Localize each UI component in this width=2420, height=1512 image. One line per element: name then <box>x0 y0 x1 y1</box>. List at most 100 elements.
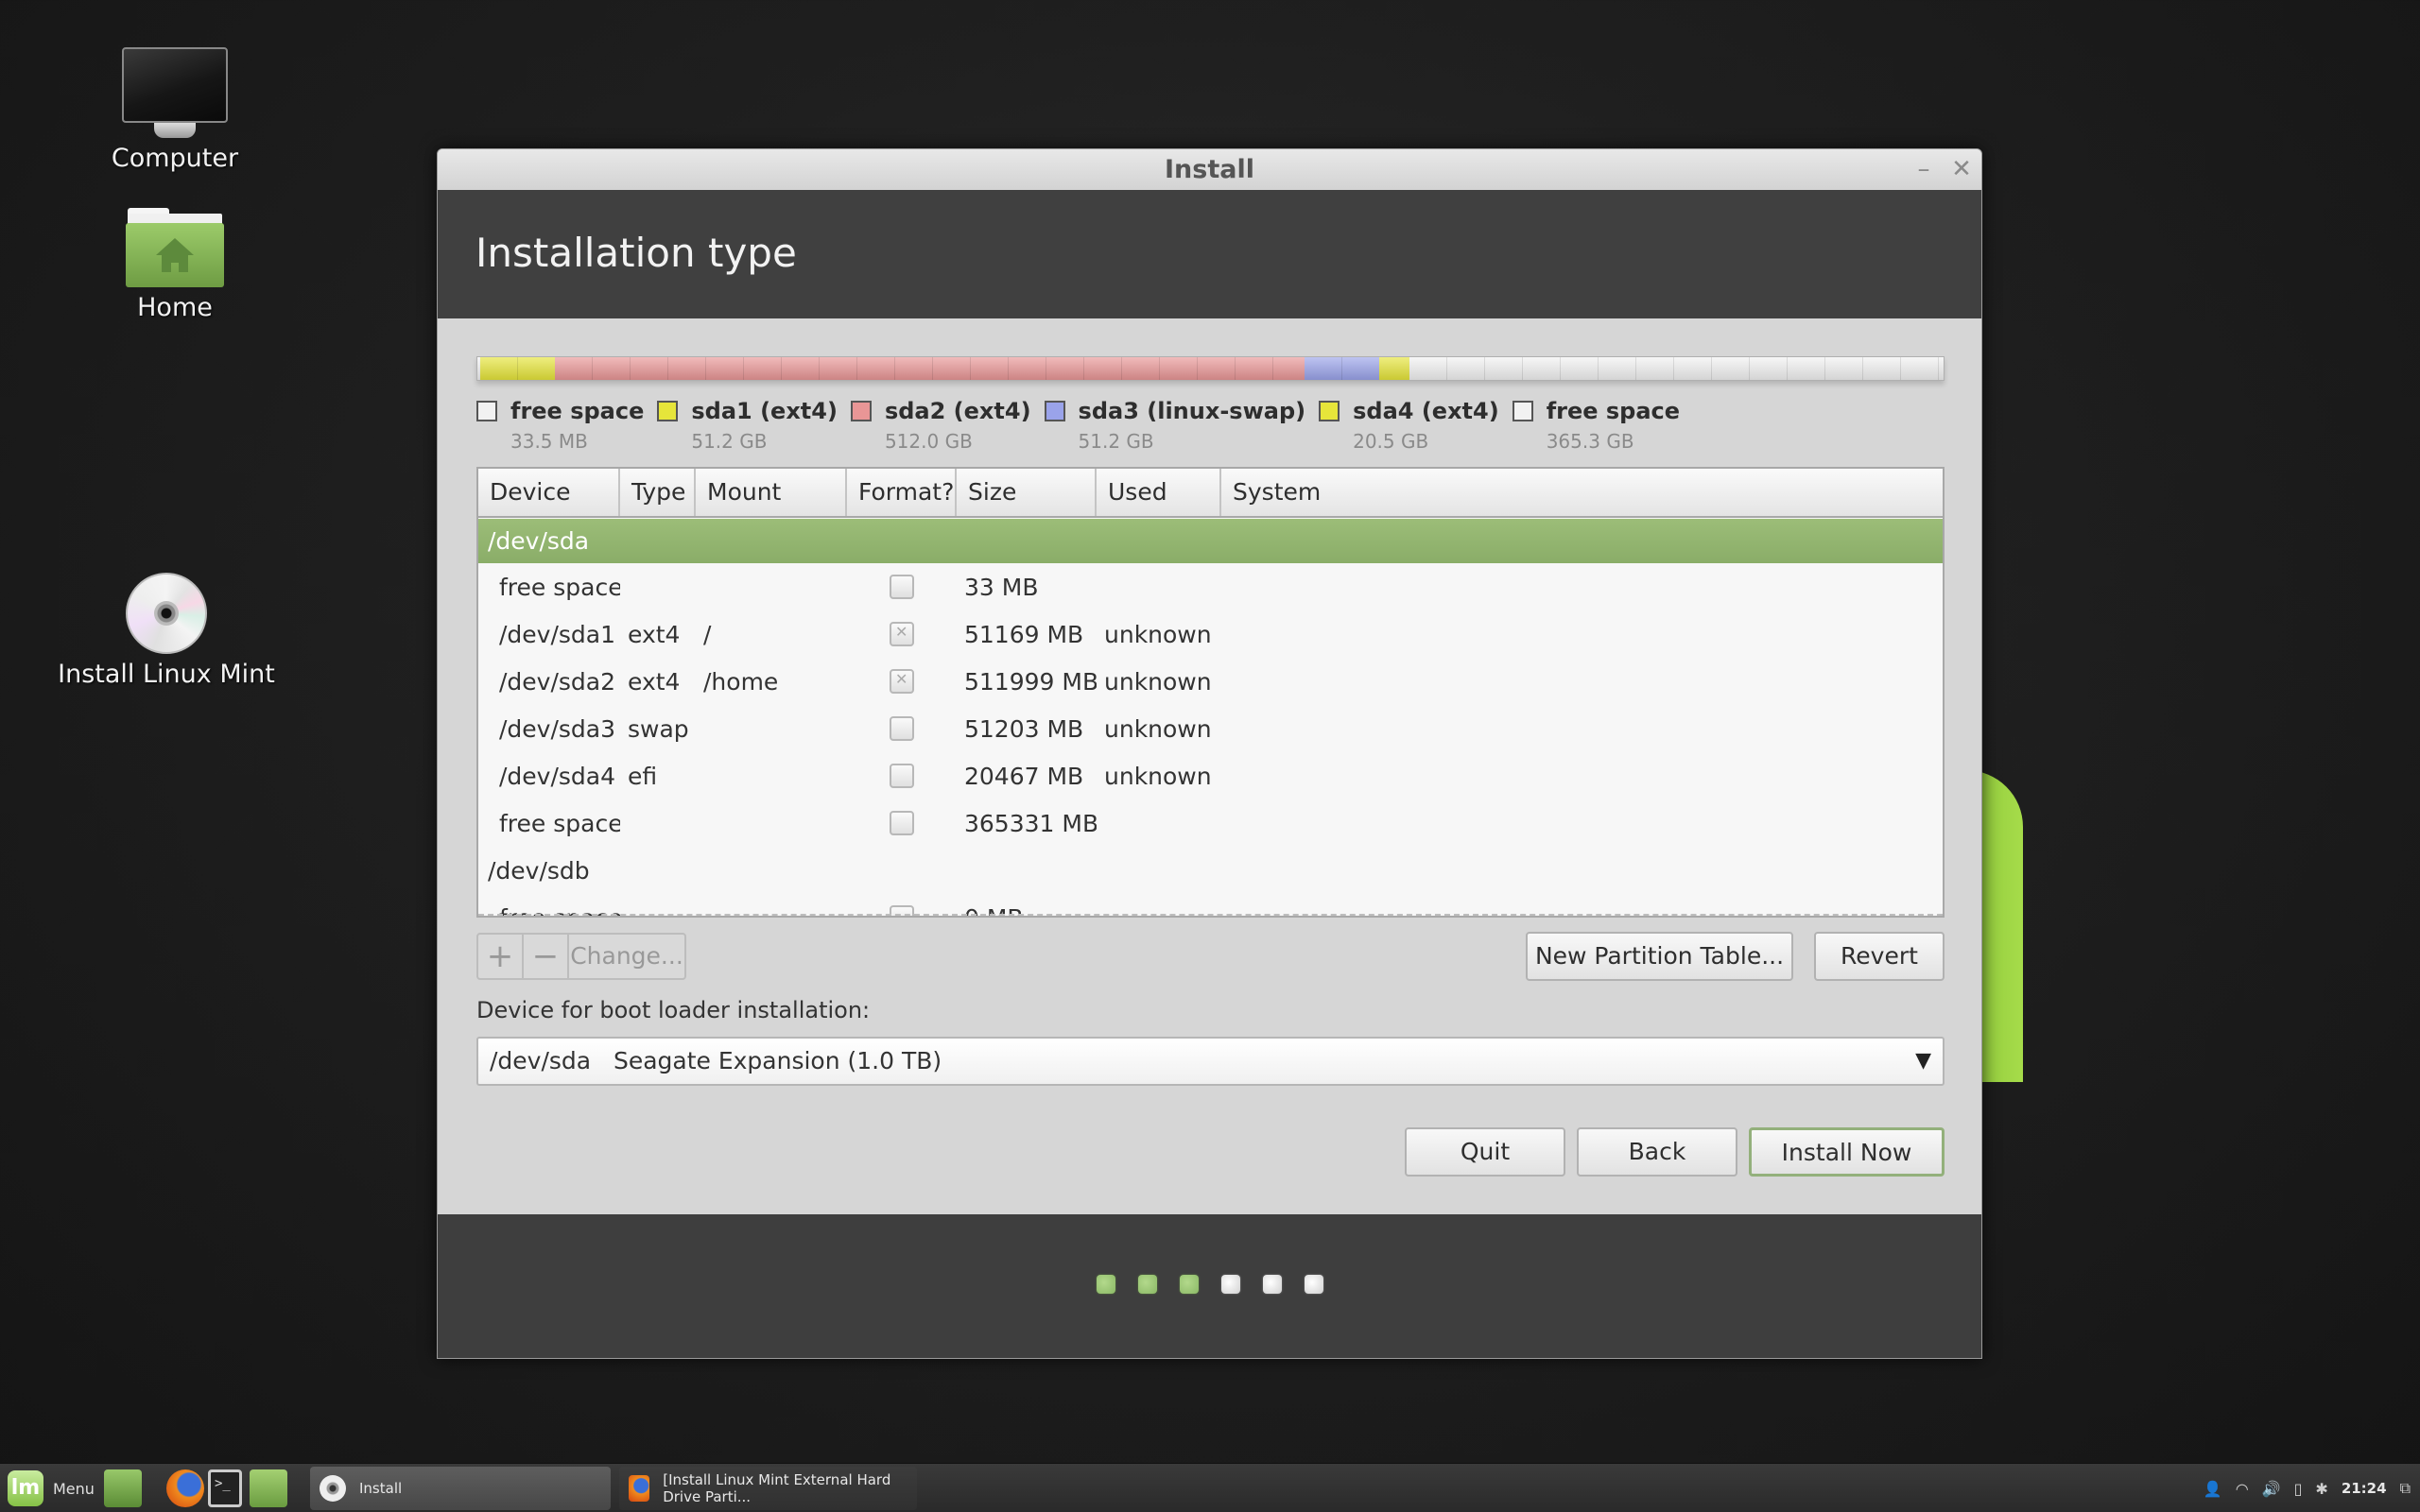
dropdown-arrow-icon: ▼ <box>1915 1049 1931 1073</box>
disk-device: /dev/sdb <box>488 856 590 885</box>
format-checkbox[interactable] <box>890 905 914 916</box>
legend-item: sda3 (linux-swap) 51.2 GB <box>1044 398 1305 453</box>
legend-item: free space 33.5 MB <box>476 398 644 453</box>
battery-icon[interactable]: ▯ <box>2294 1480 2303 1498</box>
partition-legend: free space 33.5 MB sda1 (ext4) 51.2 GB sda2 … <box>476 398 1693 453</box>
column-header-mount-point[interactable]: Mount point <box>696 469 847 553</box>
cell-type: efi <box>628 762 658 790</box>
format-checkbox[interactable] <box>890 575 914 599</box>
installer-footer <box>438 1214 1981 1358</box>
taskbar-window-browser[interactable]: [Install Linux Mint External Hard Drive … <box>619 1467 917 1510</box>
format-checkbox[interactable] <box>890 716 914 741</box>
format-checkbox[interactable] <box>890 764 914 788</box>
desktop-icon-install-linux-mint[interactable]: Install Linux Mint <box>53 573 280 689</box>
menu-button[interactable]: lm Menu <box>8 1464 95 1512</box>
legend-swatch <box>1319 401 1340 421</box>
column-header-type[interactable]: Type <box>620 469 696 516</box>
table-row[interactable]: /dev/sda2 ext4/home 511999 MBunknown <box>478 658 1943 705</box>
partition-segment <box>555 357 1305 380</box>
legend-name: free space <box>510 398 645 424</box>
progress-step-indicator <box>1179 1275 1199 1294</box>
page-title: Installation type <box>475 230 797 276</box>
table-row[interactable]: /dev/sda1 ext4 / 51169 MB unknown <box>478 610 1943 658</box>
legend-size: 51.2 GB <box>1078 430 1154 453</box>
cell-type: ext4 <box>628 620 681 648</box>
table-row[interactable]: free space 365331 MB <box>478 799 1943 847</box>
cell-size: 511999 MB <box>964 667 1097 696</box>
progress-steps <box>438 1275 1981 1294</box>
legend-item: sda2 (ext4) 512.0 GB <box>850 398 1031 453</box>
cell-size: 33 MB <box>964 573 1039 601</box>
bootloader-device-select[interactable]: /dev/sda Seagate Expansion (1.0 TB) ▼ <box>476 1037 1945 1086</box>
format-checkbox[interactable] <box>890 669 914 694</box>
close-button[interactable]: ✕ <box>1949 157 1974 181</box>
launcher-files[interactable] <box>250 1464 287 1512</box>
cell-device: /dev/sda3 <box>499 714 616 743</box>
format-checkbox[interactable] <box>890 811 914 835</box>
desktop-icon-computer[interactable]: Computer <box>61 47 288 173</box>
cell-format <box>847 905 957 916</box>
launcher-show-desktop[interactable] <box>104 1464 142 1512</box>
legend-name: free space <box>1546 398 1681 424</box>
table-row[interactable]: /dev/sda3 swap 51203 MB unknown <box>478 705 1943 752</box>
revert-button[interactable]: Revert <box>1814 932 1945 981</box>
partition-table: Device Type Mount point Format? Size Use… <box>476 467 1945 918</box>
cell-size: 51203 MB <box>964 714 1084 743</box>
desktop-icon-home[interactable]: Home <box>61 208 288 322</box>
legend-name: sda2 (ext4) <box>884 398 1031 424</box>
legend-name: sda4 (ext4) <box>1353 398 1499 424</box>
column-header-format[interactable]: Format? <box>847 469 957 516</box>
workspace-switcher-icon[interactable]: ⧉ <box>2400 1479 2411 1498</box>
cell-mount-point: /home <box>703 667 779 696</box>
legend-item: free space 365.3 GB <box>1512 398 1680 453</box>
user-icon[interactable]: 👤 <box>2204 1480 2222 1498</box>
change-partition-button[interactable]: Change... <box>569 935 684 978</box>
disc-icon <box>320 1475 346 1502</box>
legend-swatch <box>476 401 497 421</box>
partition-segment <box>1409 357 1944 380</box>
window-titlebar[interactable]: Install – ✕ <box>438 149 1981 190</box>
wifi-icon[interactable]: ◠ <box>2236 1480 2249 1498</box>
legend-size: 51.2 GB <box>691 430 768 453</box>
cell-mount-point: / <box>703 620 712 648</box>
table-row-disk[interactable]: /dev/sdb <box>478 847 1943 894</box>
bootloader-selected-value: /dev/sda Seagate Expansion (1.0 TB) <box>490 1047 942 1074</box>
cell-size: 51169 MB <box>964 620 1084 648</box>
folder-icon <box>250 1469 287 1507</box>
add-partition-button[interactable]: + <box>478 935 524 978</box>
table-row[interactable]: /dev/sda4 efi 20467 MB unknown <box>478 752 1943 799</box>
launcher-firefox[interactable] <box>166 1464 204 1512</box>
cell-device: free space <box>499 809 620 837</box>
desktop-icon-label: Computer <box>111 144 239 173</box>
progress-step-indicator <box>1220 1275 1240 1294</box>
quit-button[interactable]: Quit <box>1405 1127 1565 1177</box>
format-checkbox[interactable] <box>890 622 914 646</box>
taskbar-window-install[interactable]: Install <box>310 1467 611 1510</box>
partition-segment <box>480 357 556 380</box>
cell-used: unknown <box>1104 667 1212 696</box>
minimize-button[interactable]: – <box>1911 157 1936 181</box>
show-desktop-icon <box>104 1469 142 1507</box>
launcher-terminal[interactable]: >_ <box>208 1464 242 1512</box>
column-header-used[interactable]: Used <box>1097 469 1221 516</box>
installer-window: Install – ✕ Installation type free space… <box>437 148 1982 1359</box>
remove-partition-button[interactable]: − <box>524 935 569 978</box>
clock[interactable]: 21:24 <box>2342 1480 2387 1497</box>
column-header-size[interactable]: Size <box>957 469 1097 516</box>
install-now-button[interactable]: Install Now <box>1749 1127 1945 1177</box>
cell-used: unknown <box>1104 714 1212 743</box>
column-header-device[interactable]: Device <box>478 469 620 516</box>
column-header-system[interactable]: System <box>1221 469 1943 516</box>
back-button[interactable]: Back <box>1577 1127 1737 1177</box>
volume-icon[interactable]: 🔊 <box>2262 1480 2281 1498</box>
table-row-disk[interactable]: /dev/sda <box>478 519 1943 563</box>
new-partition-table-button[interactable]: New Partition Table... <box>1526 932 1793 981</box>
legend-item: sda4 (ext4) 20.5 GB <box>1319 398 1499 453</box>
legend-swatch <box>1044 401 1065 421</box>
table-row[interactable]: free space 33 MB <box>478 563 1943 610</box>
firefox-icon <box>166 1469 204 1507</box>
bluetooth-icon[interactable]: ✱ <box>2315 1480 2327 1498</box>
partition-tools: + − Change... <box>476 933 686 980</box>
partition-segment <box>1304 357 1379 380</box>
cell-device: /dev/sda2 <box>499 667 616 696</box>
